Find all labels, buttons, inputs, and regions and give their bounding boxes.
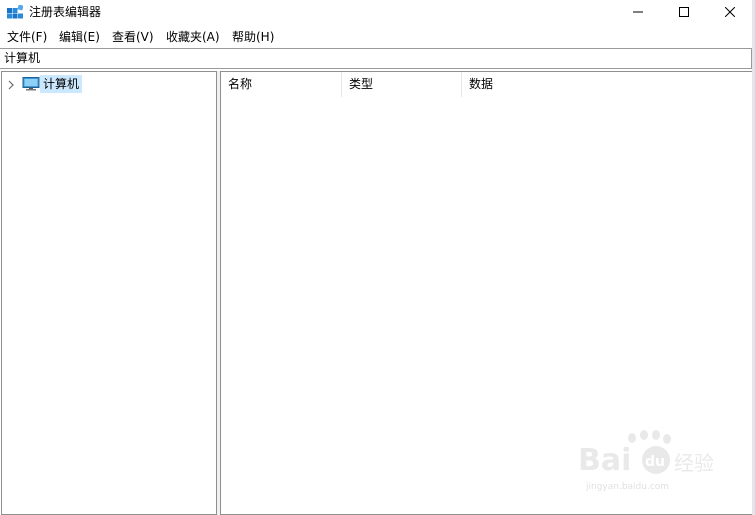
svg-text:du: du xyxy=(645,454,665,470)
menu-view[interactable]: 查看(V) xyxy=(112,29,154,45)
column-header-data[interactable]: 数据 xyxy=(462,72,662,97)
address-path[interactable]: 计算机 xyxy=(4,51,40,66)
menu-edit[interactable]: 编辑(E) xyxy=(59,29,100,45)
watermark-url: jingyan.baidu.com xyxy=(586,482,670,492)
column-header-type[interactable]: 类型 xyxy=(342,72,462,97)
minimize-button[interactable] xyxy=(615,0,661,25)
menu-favorites[interactable]: 收藏夹(A) xyxy=(166,29,220,45)
menu-help[interactable]: 帮助(H) xyxy=(232,29,274,45)
maximize-button[interactable] xyxy=(661,0,707,25)
close-button[interactable] xyxy=(707,0,753,25)
key-tree-pane[interactable]: 计算机 xyxy=(1,71,217,515)
menu-bar: 文件(F) 编辑(E) 查看(V) 收藏夹(A) 帮助(H) xyxy=(0,27,755,47)
svg-text:Bai: Bai xyxy=(578,443,631,478)
column-header-row: 名称 类型 数据 xyxy=(221,72,753,97)
computer-icon xyxy=(22,77,40,91)
address-bar[interactable]: 计算机 xyxy=(0,48,752,69)
tree-item-label[interactable]: 计算机 xyxy=(40,75,83,93)
close-icon xyxy=(725,7,735,17)
registry-editor-window: 注册表编辑器 文件(F) 编辑(E) 查看(V) 收藏夹(A) 帮助(H) 计算… xyxy=(0,0,755,515)
registry-editor-icon xyxy=(7,4,24,21)
menu-file[interactable]: 文件(F) xyxy=(7,29,47,45)
column-header-name[interactable]: 名称 xyxy=(221,72,342,97)
baidu-jingyan-watermark: Bai du 经验 jingyan.baidu.com xyxy=(570,430,720,500)
title-bar[interactable]: 注册表编辑器 xyxy=(0,0,755,25)
maximize-icon xyxy=(679,7,689,17)
chevron-right-icon[interactable] xyxy=(8,79,14,93)
minimize-icon xyxy=(633,11,643,13)
window-title: 注册表编辑器 xyxy=(29,5,102,19)
tree-item-computer[interactable]: 计算机 xyxy=(2,74,216,94)
svg-text:经验: 经验 xyxy=(674,451,714,475)
